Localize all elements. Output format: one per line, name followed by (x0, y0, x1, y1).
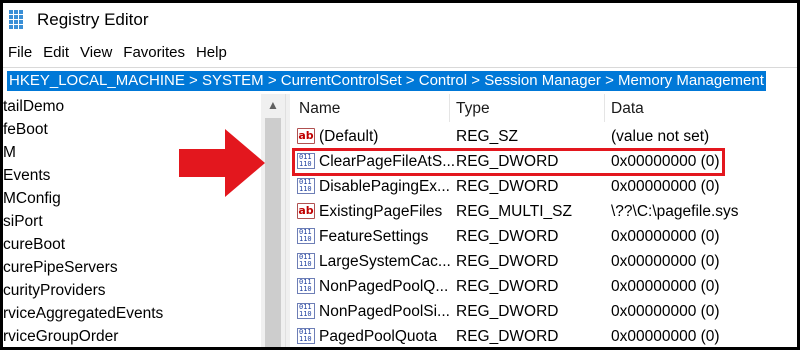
value-data: 0x00000000 (0) (611, 278, 720, 295)
value-type: REG_DWORD (456, 253, 559, 270)
column-header-name[interactable]: Name (299, 94, 340, 122)
value-name: LargeSystemCac... (319, 253, 451, 270)
value-data: 0x00000000 (0) (611, 253, 720, 270)
binary-value-icon: 011 110 (297, 328, 315, 344)
menu-favorites[interactable]: Favorites (118, 44, 191, 61)
value-data: 0x00000000 (0) (611, 228, 720, 245)
value-data: 0x00000000 (0) (611, 178, 720, 195)
value-type: REG_DWORD (456, 328, 559, 345)
value-data: \??\C:\pagefile.sys (611, 203, 739, 220)
tree-item[interactable]: rviceGroupOrder (3, 326, 118, 347)
values-list: Name Type Data ab (Default) REG_SZ (valu… (290, 94, 797, 347)
value-row[interactable]: 011 110 DisablePagingEx... REG_DWORD 0x00… (290, 175, 797, 198)
value-type: REG_DWORD (456, 278, 559, 295)
value-name: FeatureSettings (319, 228, 429, 245)
menu-bar: File Edit View Favorites Help (3, 41, 797, 63)
value-row[interactable]: 011 110 LargeSystemCac... REG_DWORD 0x000… (290, 250, 797, 273)
menu-help[interactable]: Help (191, 44, 233, 61)
string-value-icon: ab (297, 128, 315, 144)
tree-item[interactable]: feBoot (3, 119, 48, 141)
address-path[interactable]: HKEY_LOCAL_MACHINE > SYSTEM > CurrentCon… (7, 71, 766, 91)
address-bar[interactable]: HKEY_LOCAL_MACHINE > SYSTEM > CurrentCon… (3, 67, 797, 95)
value-name: DisablePagingEx... (319, 178, 450, 195)
tree-item[interactable]: MConfig (3, 188, 61, 210)
value-name: ExistingPageFiles (319, 203, 443, 220)
value-name: PagedPoolQuota (319, 328, 438, 345)
tree-item[interactable]: curePipeServers (3, 257, 118, 279)
tree-item[interactable]: cureBoot (3, 234, 65, 256)
tree-item[interactable]: curityProviders (3, 280, 106, 302)
value-type: REG_DWORD (456, 228, 559, 245)
list-header: Name Type Data (290, 94, 797, 122)
tree-item[interactable]: tailDemo (3, 96, 64, 118)
tree-item[interactable]: rviceAggregatedEvents (3, 303, 163, 325)
value-row[interactable]: 011 110 NonPagedPoolQ... REG_DWORD 0x0000… (290, 275, 797, 298)
registry-editor-icon (9, 10, 23, 29)
value-data: 0x00000000 (0) (611, 303, 720, 320)
value-type: REG_DWORD (456, 178, 559, 195)
registry-editor-window: Registry Editor File Edit View Favorites… (3, 3, 797, 347)
window-title: Registry Editor (37, 10, 149, 29)
value-row[interactable]: 011 110 NonPagedPoolSi... REG_DWORD 0x000… (290, 300, 797, 323)
column-divider[interactable] (449, 94, 450, 122)
value-name: NonPagedPoolSi... (319, 303, 450, 320)
value-type: REG_DWORD (456, 303, 559, 320)
tree-item[interactable]: M (3, 142, 16, 164)
binary-value-icon: 011 110 (297, 178, 315, 194)
binary-value-icon: 011 110 (297, 278, 315, 294)
tree-item[interactable]: Events (3, 165, 50, 187)
value-row[interactable]: 011 110 FeatureSettings REG_DWORD 0x00000… (290, 225, 797, 248)
menu-edit[interactable]: Edit (38, 44, 75, 61)
value-row[interactable]: ab (Default) REG_SZ (value not set) (290, 125, 797, 148)
value-row[interactable]: ab ExistingPageFiles REG_MULTI_SZ \??\C:… (290, 200, 797, 223)
value-name: (Default) (319, 128, 379, 145)
tree-item[interactable]: siPort (3, 211, 43, 233)
value-type: REG_MULTI_SZ (456, 203, 572, 220)
red-arrow-icon (179, 129, 265, 197)
highlight-box (292, 148, 725, 176)
binary-value-icon: 011 110 (297, 228, 315, 244)
binary-value-icon: 011 110 (297, 303, 315, 319)
scroll-up-arrow-icon[interactable]: ▲ (261, 94, 285, 116)
menu-view[interactable]: View (75, 44, 118, 61)
value-data: (value not set) (611, 128, 710, 145)
column-divider[interactable] (604, 94, 605, 122)
value-type: REG_SZ (456, 128, 519, 145)
value-row[interactable]: 011 110 PagedPoolQuota REG_DWORD 0x000000… (290, 325, 797, 347)
value-data: 0x00000000 (0) (611, 328, 720, 345)
scrollbar-thumb[interactable] (265, 118, 281, 347)
binary-value-icon: 011 110 (297, 253, 315, 269)
title-bar: Registry Editor (3, 3, 797, 38)
value-name: NonPagedPoolQ... (319, 278, 449, 295)
menu-file[interactable]: File (3, 44, 38, 61)
column-header-type[interactable]: Type (456, 94, 490, 122)
string-value-icon: ab (297, 203, 315, 219)
column-header-data[interactable]: Data (611, 94, 644, 122)
